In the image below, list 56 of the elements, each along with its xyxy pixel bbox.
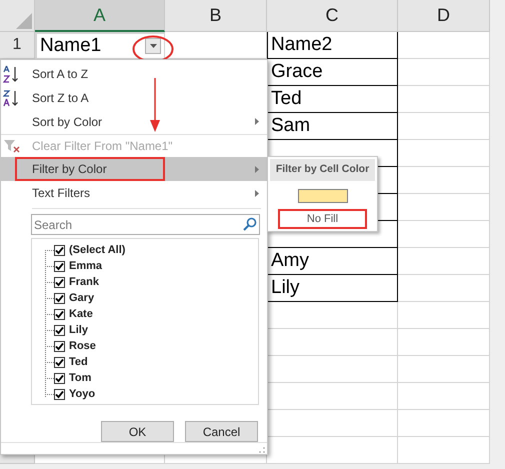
column-header[interactable]: C — [267, 0, 398, 32]
checkbox[interactable] — [54, 244, 65, 256]
clear-filter-icon — [3, 138, 21, 154]
table-cell: Amy — [267, 248, 398, 275]
cancel-button[interactable]: Cancel — [185, 421, 258, 442]
checkbox[interactable] — [54, 308, 65, 320]
checkbox[interactable] — [54, 388, 65, 400]
submenu-title: Filter by Cell Color — [270, 159, 375, 181]
submenu-arrow-icon — [255, 190, 259, 197]
search-field[interactable]: Search — [31, 214, 260, 236]
filter-dropdown-button[interactable] — [145, 38, 161, 54]
menu-item[interactable]: Filter by Color — [1, 157, 267, 182]
value-label[interactable]: Lily — [69, 322, 88, 338]
table-cell: Grace — [267, 59, 398, 86]
no-fill-option[interactable]: No Fill — [278, 209, 367, 229]
value-label[interactable]: Kate — [69, 306, 93, 322]
search-icon — [243, 217, 257, 232]
checkbox[interactable] — [54, 340, 65, 352]
color-swatch[interactable] — [298, 189, 348, 203]
submenu-arrow-icon — [255, 118, 259, 126]
value-label[interactable]: Yoyo — [69, 386, 96, 402]
sort-ascending-icon — [3, 64, 21, 83]
checkbox[interactable] — [54, 356, 65, 368]
resize-grip-icon[interactable] — [259, 447, 265, 453]
value-label[interactable]: Tom — [69, 370, 92, 386]
table-cell: Sam — [267, 113, 398, 140]
submenu-arrow-icon — [255, 166, 259, 173]
menu-item[interactable]: Sort Z to A — [1, 86, 267, 110]
table-cell: Lily — [267, 275, 398, 302]
table-cell: Ted — [267, 86, 398, 113]
menu-item[interactable]: Sort by Color — [1, 110, 267, 134]
column-header[interactable]: D — [398, 0, 490, 32]
caret-icon — [150, 44, 156, 48]
table-cell: Name2 — [267, 32, 398, 59]
menu-item[interactable]: Sort A to Z — [1, 62, 267, 86]
value-label[interactable]: Gary — [69, 290, 94, 306]
column-header[interactable]: B — [165, 0, 267, 32]
value-label[interactable]: Frank — [69, 274, 99, 290]
checkbox[interactable] — [54, 292, 65, 304]
row-header[interactable]: 1 — [0, 32, 35, 59]
table-cell-text: Name1 — [40, 34, 102, 58]
sort-descending-icon — [3, 88, 21, 107]
column-header[interactable]: A — [35, 0, 165, 32]
menu-item[interactable]: Text Filters — [1, 181, 267, 206]
checkbox[interactable] — [54, 372, 65, 384]
value-label[interactable]: Ted — [69, 354, 88, 370]
checkbox[interactable] — [54, 324, 65, 336]
annotation-arrow — [149, 78, 161, 132]
value-label[interactable]: Rose — [69, 338, 96, 354]
value-label[interactable]: Emma — [69, 258, 102, 274]
selected-cell[interactable]: Name1 — [35, 32, 165, 59]
value-label[interactable]: (Select All) — [69, 242, 126, 258]
checkbox[interactable] — [54, 260, 65, 272]
corner-cell[interactable] — [0, 0, 35, 32]
checkbox[interactable] — [54, 276, 65, 288]
ok-button[interactable]: OK — [101, 421, 174, 442]
